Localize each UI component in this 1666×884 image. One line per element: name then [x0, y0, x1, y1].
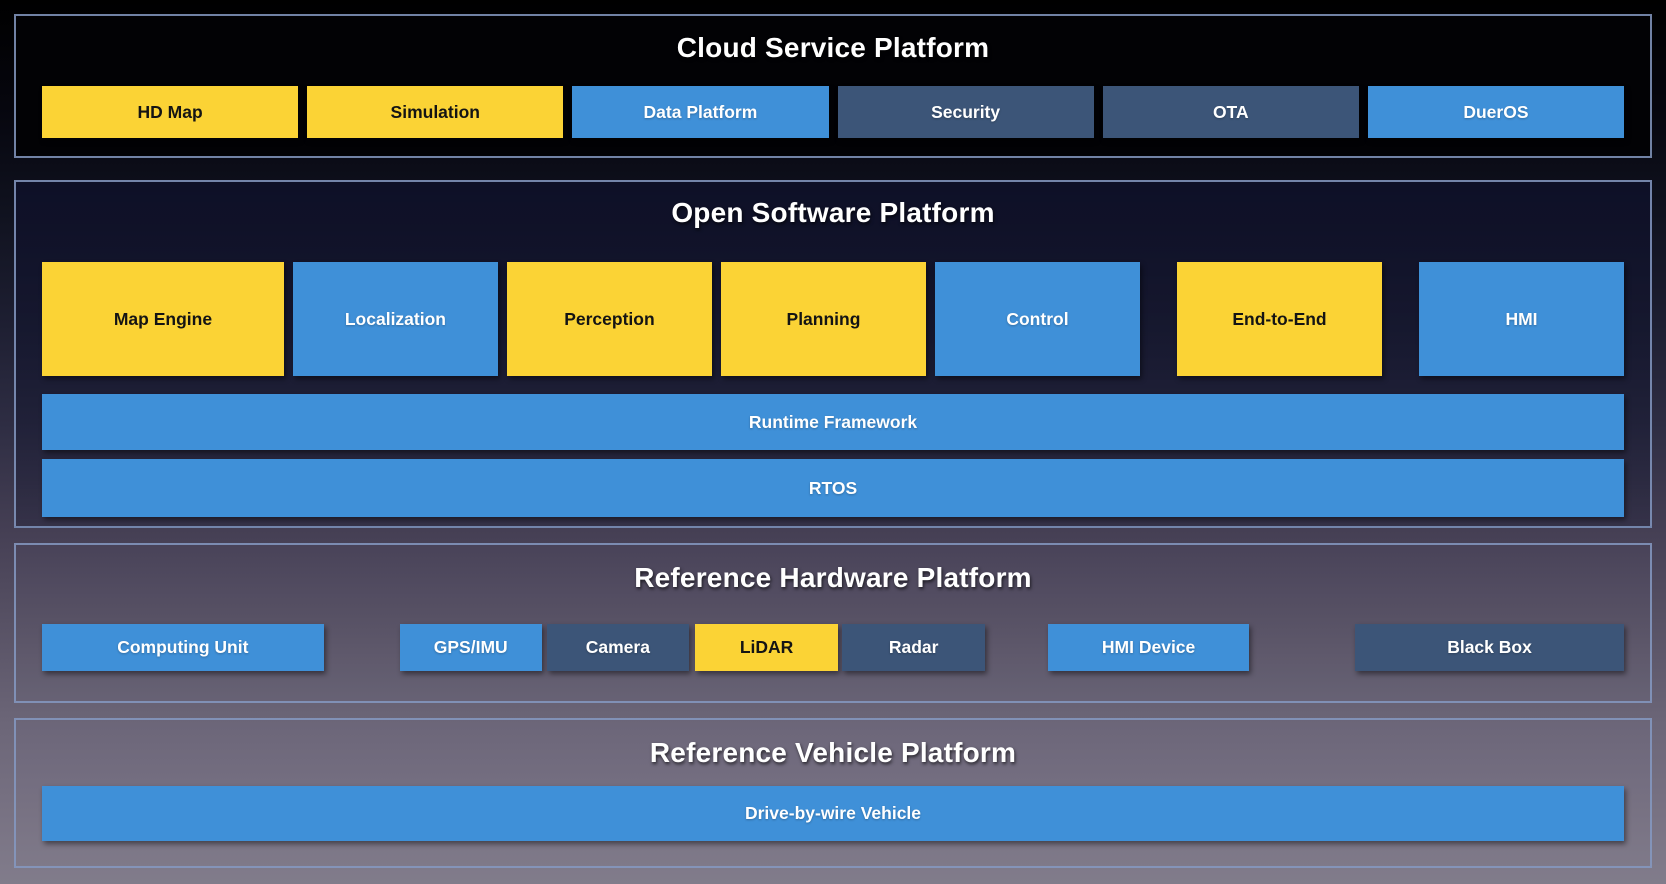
block-hmi: HMI — [1419, 262, 1625, 376]
block-ota: OTA — [1102, 86, 1359, 138]
reference-hardware-platform-panel: Reference Hardware Platform Computing Un… — [14, 543, 1652, 703]
reference-vehicle-platform-panel: Reference Vehicle Platform Drive-by-wire… — [14, 718, 1652, 868]
block-data-platform: Data Platform — [572, 86, 829, 138]
block-hmi-device: HMI Device — [1048, 624, 1250, 671]
block-dueros: DuerOS — [1367, 86, 1625, 138]
block-control: Control — [934, 262, 1140, 376]
cloud-platform-title: Cloud Service Platform — [676, 32, 990, 63]
block-gps-imu: GPS/IMU — [399, 624, 542, 671]
block-black-box: Black Box — [1355, 624, 1624, 671]
block-perception: Perception — [506, 262, 712, 376]
block-simulation: Simulation — [307, 86, 564, 138]
software-platform-title: Open Software Platform — [671, 197, 995, 228]
hardware-row: Computing Unit GPS/IMU Camera LiDAR Rada… — [42, 624, 1624, 671]
block-camera: Camera — [546, 624, 690, 671]
block-hd-map: HD Map — [42, 86, 299, 138]
block-planning: Planning — [720, 262, 926, 376]
hardware-platform-title: Reference Hardware Platform — [634, 562, 1032, 593]
cloud-service-platform-panel: Cloud Service Platform HD Map Simulation… — [14, 14, 1652, 158]
block-map-engine: Map Engine — [42, 262, 284, 376]
architecture-diagram: Cloud Service Platform HD Map Simulation… — [0, 0, 1666, 884]
block-end-to-end: End-to-End — [1176, 262, 1382, 376]
software-module-row: Map Engine Localization Perception Plann… — [42, 262, 1625, 376]
block-security: Security — [837, 86, 1094, 138]
open-software-platform-panel: Open Software Platform Map Engine Locali… — [14, 180, 1652, 528]
block-radar: Radar — [842, 624, 985, 671]
block-drive-by-wire-vehicle: Drive-by-wire Vehicle — [42, 786, 1624, 841]
block-computing-unit: Computing Unit — [42, 624, 324, 671]
block-lidar: LiDAR — [695, 624, 838, 671]
block-runtime-framework: Runtime Framework — [42, 394, 1624, 450]
block-localization: Localization — [292, 262, 498, 376]
vehicle-platform-title: Reference Vehicle Platform — [649, 737, 1017, 768]
block-rtos: RTOS — [42, 459, 1624, 517]
cloud-platform-row: HD Map Simulation Data Platform Security… — [42, 86, 1625, 138]
